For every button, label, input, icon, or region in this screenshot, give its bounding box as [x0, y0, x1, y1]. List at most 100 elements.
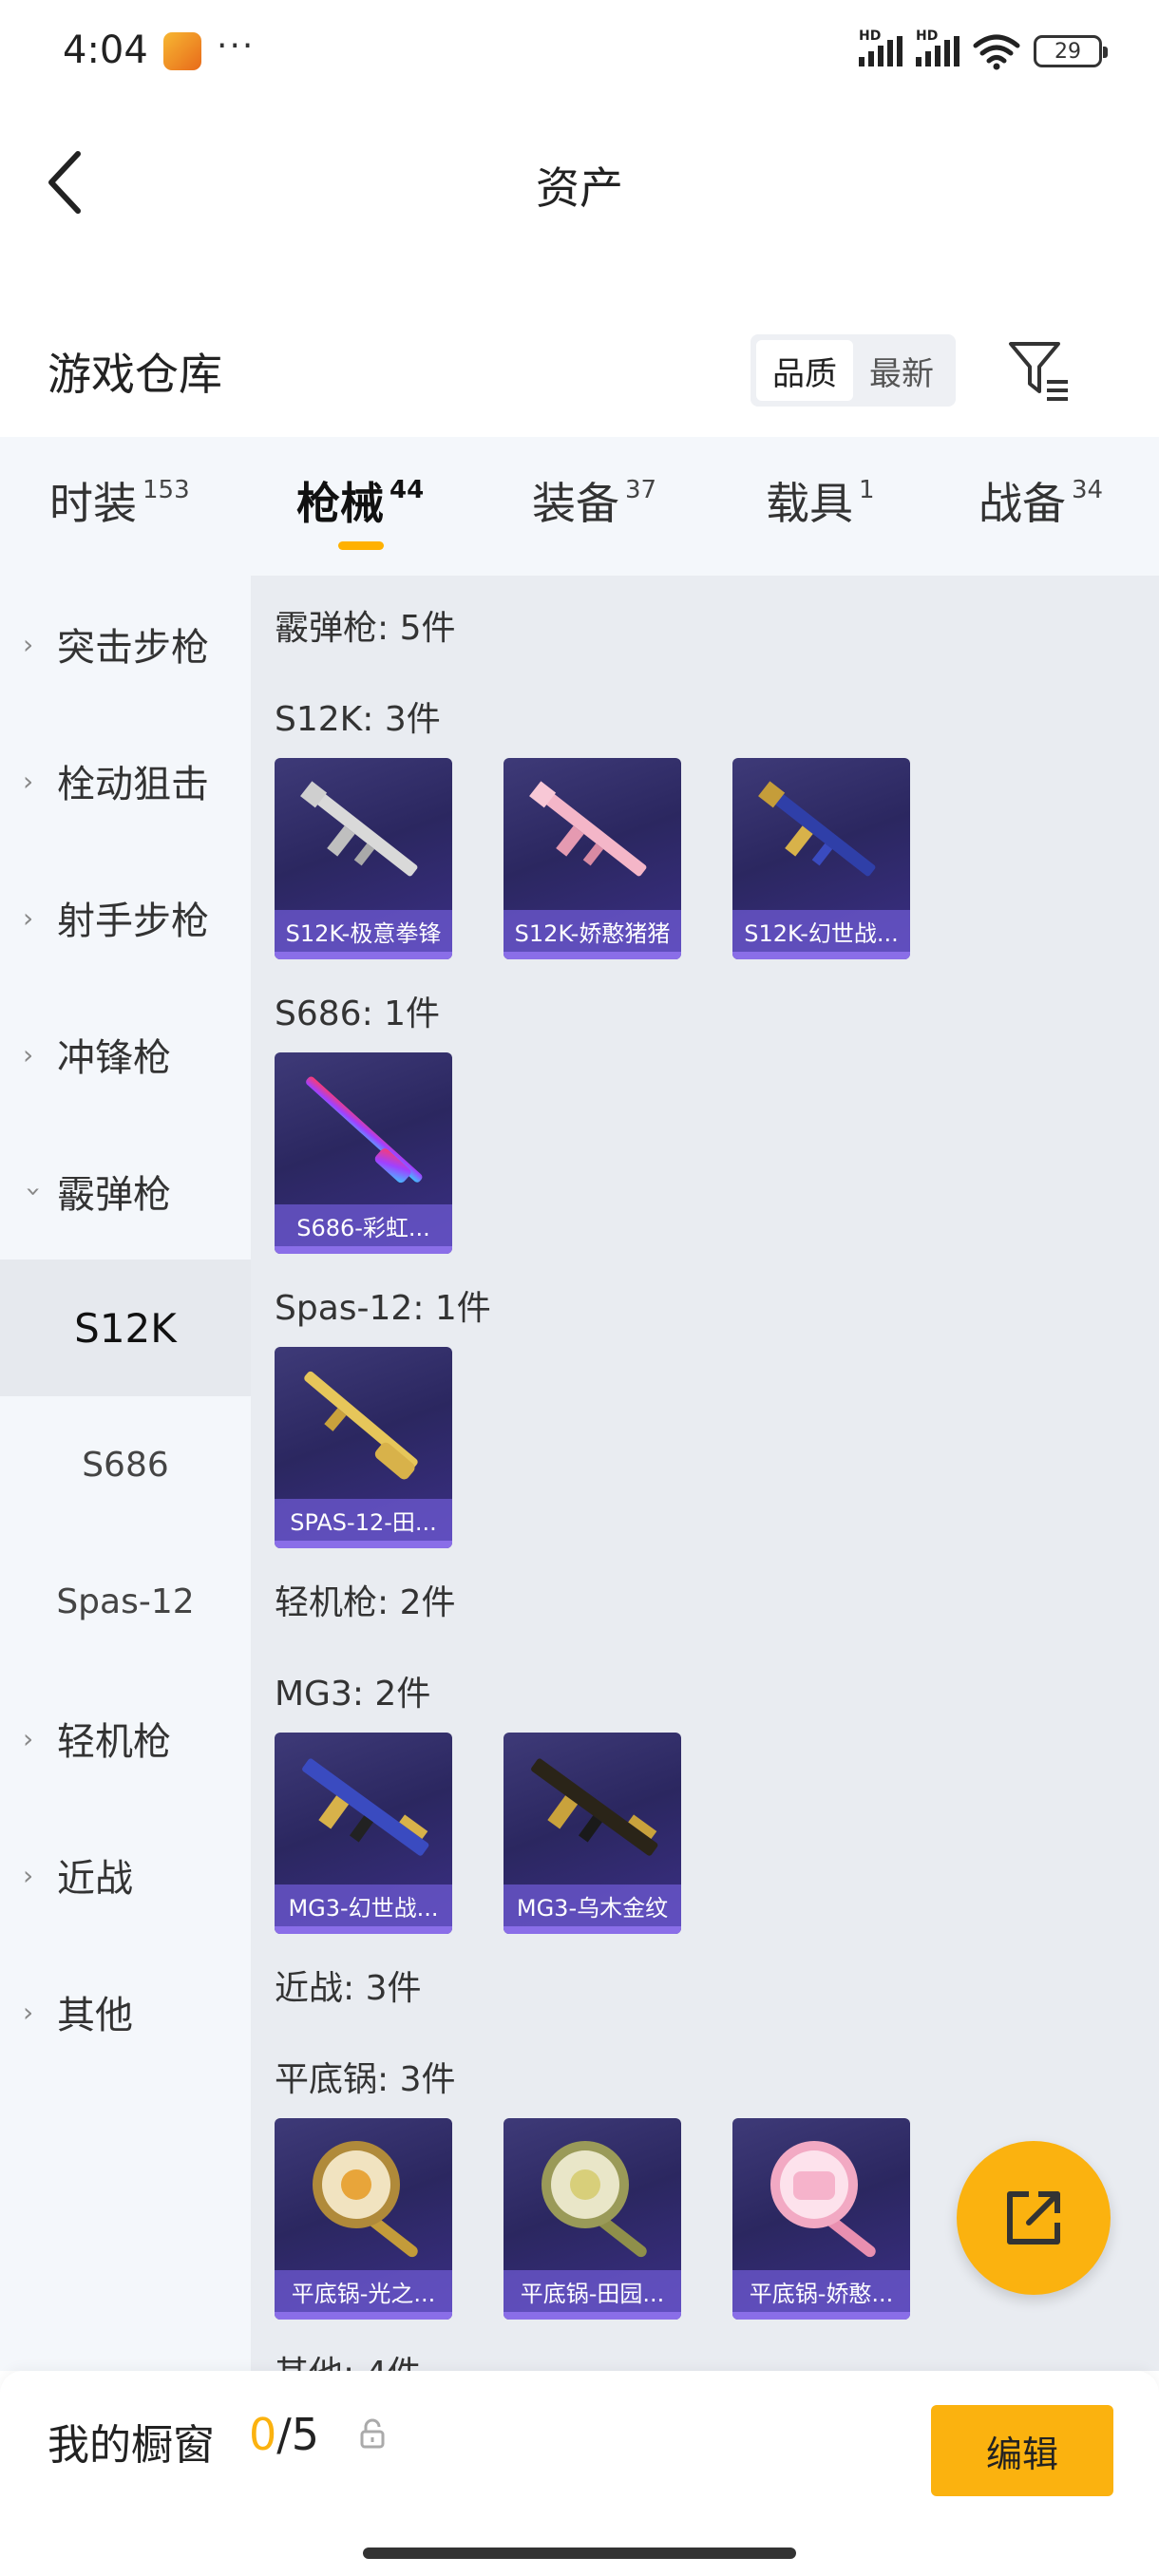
- sidebar-item-label: 冲锋枪: [57, 1036, 171, 1080]
- sidebar-item-label: 轻机枪: [57, 1720, 171, 1764]
- item-card[interactable]: S686-彩虹...: [275, 1052, 452, 1254]
- tab-label: 枪械: [296, 478, 384, 529]
- sidebar-item-other[interactable]: › 其他: [0, 1943, 251, 2080]
- warehouse-title: 游戏仓库: [48, 349, 222, 400]
- tab-count: 153: [142, 476, 190, 504]
- tab-fashion[interactable]: 时装 153: [49, 469, 190, 532]
- item-card[interactable]: 平底锅-光之...: [275, 2118, 452, 2320]
- tab-count: 44: [390, 476, 425, 504]
- edit-button[interactable]: 编辑: [931, 2405, 1113, 2496]
- sidebar-item-label: 栓动狙击: [57, 763, 209, 806]
- rarity-bar: [504, 1926, 681, 1934]
- rifle-icon: [758, 781, 876, 877]
- subgroup-heading-s12k: S12K: 3件: [275, 700, 441, 739]
- item-card[interactable]: SPAS-12-田...: [275, 1347, 452, 1548]
- sort-newest-button[interactable]: 最新: [853, 340, 950, 401]
- status-time: 4:04: [63, 28, 148, 72]
- chevron-right-icon: ›: [23, 901, 34, 934]
- showcase-count-current: 0: [249, 2409, 277, 2460]
- group-heading-lmg: 轻机枪: 2件: [275, 1583, 456, 1622]
- item-name: MG3-幻世战...: [275, 1885, 452, 1926]
- item-name: 平底锅-田园...: [504, 2270, 681, 2312]
- sidebar-item-assault-rifle[interactable]: › 突击步枪: [0, 576, 251, 712]
- chevron-right-icon: ›: [23, 628, 34, 660]
- rarity-bar: [275, 1246, 452, 1254]
- weapon-category-sidebar: › 突击步枪 › 栓动狙击 › 射手步枪 › 冲锋枪 › 霰弹枪 S12K S686 Sp…: [0, 576, 251, 2371]
- sidebar-item-label: 射手步枪: [57, 900, 209, 943]
- item-card[interactable]: MG3-乌木金纹: [504, 1733, 681, 1934]
- item-grid: 霰弹枪: 5件 S12K: 3件 S12K-极意拳锋 S12K-娇憨猪猪 S12…: [251, 576, 1159, 2371]
- rarity-bar: [275, 952, 452, 959]
- showcase-bar: 我的橱窗 0/5 编辑: [0, 2371, 1159, 2576]
- filter-icon[interactable]: [1005, 336, 1074, 405]
- item-card[interactable]: S12K-娇憨猪猪: [504, 758, 681, 959]
- tab-label: 战备: [978, 478, 1066, 529]
- frying-pan-icon: [313, 2141, 418, 2258]
- tab-label: 时装: [49, 478, 137, 529]
- wifi-icon: [973, 34, 1020, 70]
- rarity-bar: [275, 2312, 452, 2320]
- shotgun-icon: [304, 1371, 418, 1480]
- sidebar-sub-spas12[interactable]: Spas-12: [0, 1533, 251, 1670]
- group-heading-melee: 近战: 3件: [275, 1969, 422, 2008]
- item-name: S12K-幻世战...: [732, 910, 910, 952]
- sidebar-item-label: 近战: [57, 1857, 133, 1901]
- showcase-label: 我的橱窗: [48, 2421, 215, 2470]
- category-tabs: 时装 153 枪械 44 装备 37 载具 1 战备 34: [0, 437, 1159, 576]
- chevron-right-icon: ›: [23, 765, 34, 797]
- group-heading-other: 其他: 4件: [275, 2346, 421, 2371]
- item-name: S12K-极意拳锋: [275, 910, 452, 952]
- tab-weapons[interactable]: 枪械 44: [296, 469, 424, 532]
- sort-toggle: 品质 最新: [750, 334, 956, 407]
- subgroup-heading-s686: S686: 1件: [275, 994, 441, 1033]
- signal-2-icon: HD: [916, 28, 960, 66]
- shotgun-icon: [306, 1076, 423, 1184]
- sidebar-item-smg[interactable]: › 冲锋枪: [0, 986, 251, 1123]
- item-card[interactable]: S12K-极意拳锋: [275, 758, 452, 959]
- lock-icon: [360, 2418, 385, 2449]
- sidebar-item-lmg[interactable]: › 轻机枪: [0, 1670, 251, 1807]
- sidebar-sub-s686[interactable]: S686: [0, 1396, 251, 1533]
- chevron-right-icon: ›: [23, 1859, 34, 1891]
- machine-gun-icon: [302, 1758, 429, 1856]
- battery-level: 29: [1054, 39, 1081, 64]
- home-indicator[interactable]: [363, 2548, 796, 2559]
- tab-label: 载具: [766, 478, 853, 529]
- item-name: MG3-乌木金纹: [504, 1885, 681, 1926]
- warehouse-header: 游戏仓库 品质 最新: [0, 313, 1159, 427]
- tab-vehicles[interactable]: 载具 1: [766, 469, 875, 532]
- more-notifications-icon: ···: [217, 27, 256, 66]
- sidebar-item-melee[interactable]: › 近战: [0, 1807, 251, 1943]
- item-card[interactable]: S12K-幻世战...: [732, 758, 910, 959]
- app-notification-icon: [163, 32, 201, 70]
- item-name: 平底锅-娇憨...: [732, 2270, 910, 2312]
- status-bar: 4:04 ··· HD HD 29: [0, 0, 1159, 104]
- sidebar-item-label: 其他: [57, 1994, 133, 2037]
- group-heading-shotgun: 霰弹枪: 5件: [275, 609, 456, 648]
- chevron-right-icon: ›: [23, 1038, 34, 1070]
- showcase-count-separator: /: [276, 2409, 292, 2460]
- tab-count: 1: [859, 476, 875, 504]
- chevron-right-icon: ›: [23, 1722, 34, 1754]
- item-card[interactable]: MG3-幻世战...: [275, 1733, 452, 1934]
- frying-pan-icon: [542, 2141, 647, 2258]
- tab-count: 37: [625, 476, 657, 504]
- rarity-bar: [504, 952, 681, 959]
- rarity-bar: [732, 952, 910, 959]
- sidebar-item-label: 突击步枪: [57, 626, 209, 670]
- item-card[interactable]: 平底锅-田园...: [504, 2118, 681, 2320]
- chevron-right-icon: ›: [23, 1996, 34, 2028]
- sort-quality-button[interactable]: 品质: [756, 340, 853, 401]
- sidebar-sub-s12k[interactable]: S12K: [0, 1260, 251, 1396]
- frying-pan-icon: [770, 2141, 876, 2258]
- signal-1-icon: HD: [859, 28, 902, 66]
- tab-equipment[interactable]: 装备 37: [532, 469, 656, 532]
- tab-supplies[interactable]: 战备 34: [978, 469, 1103, 532]
- sidebar-item-dmr[interactable]: › 射手步枪: [0, 849, 251, 986]
- share-fab-button[interactable]: [957, 2141, 1111, 2295]
- app-header: 资产: [0, 104, 1159, 256]
- sidebar-item-bolt-sniper[interactable]: › 栓动狙击: [0, 712, 251, 849]
- sidebar-item-shotgun[interactable]: › 霰弹枪: [0, 1123, 251, 1260]
- item-name: S12K-娇憨猪猪: [504, 910, 681, 952]
- item-card[interactable]: 平底锅-娇憨...: [732, 2118, 910, 2320]
